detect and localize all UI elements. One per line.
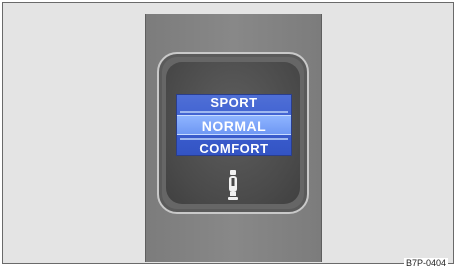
- mode-divider: [180, 111, 288, 113]
- mode-comfort[interactable]: COMFORT: [177, 142, 291, 156]
- mode-display: SPORT NORMAL COMFORT: [176, 94, 292, 156]
- mode-normal[interactable]: NORMAL: [177, 115, 291, 135]
- figure-code: B7P-0404: [404, 258, 449, 268]
- mode-sport[interactable]: SPORT: [177, 96, 291, 110]
- shock-absorber-icon[interactable]: [226, 170, 240, 207]
- mode-divider: [180, 138, 288, 140]
